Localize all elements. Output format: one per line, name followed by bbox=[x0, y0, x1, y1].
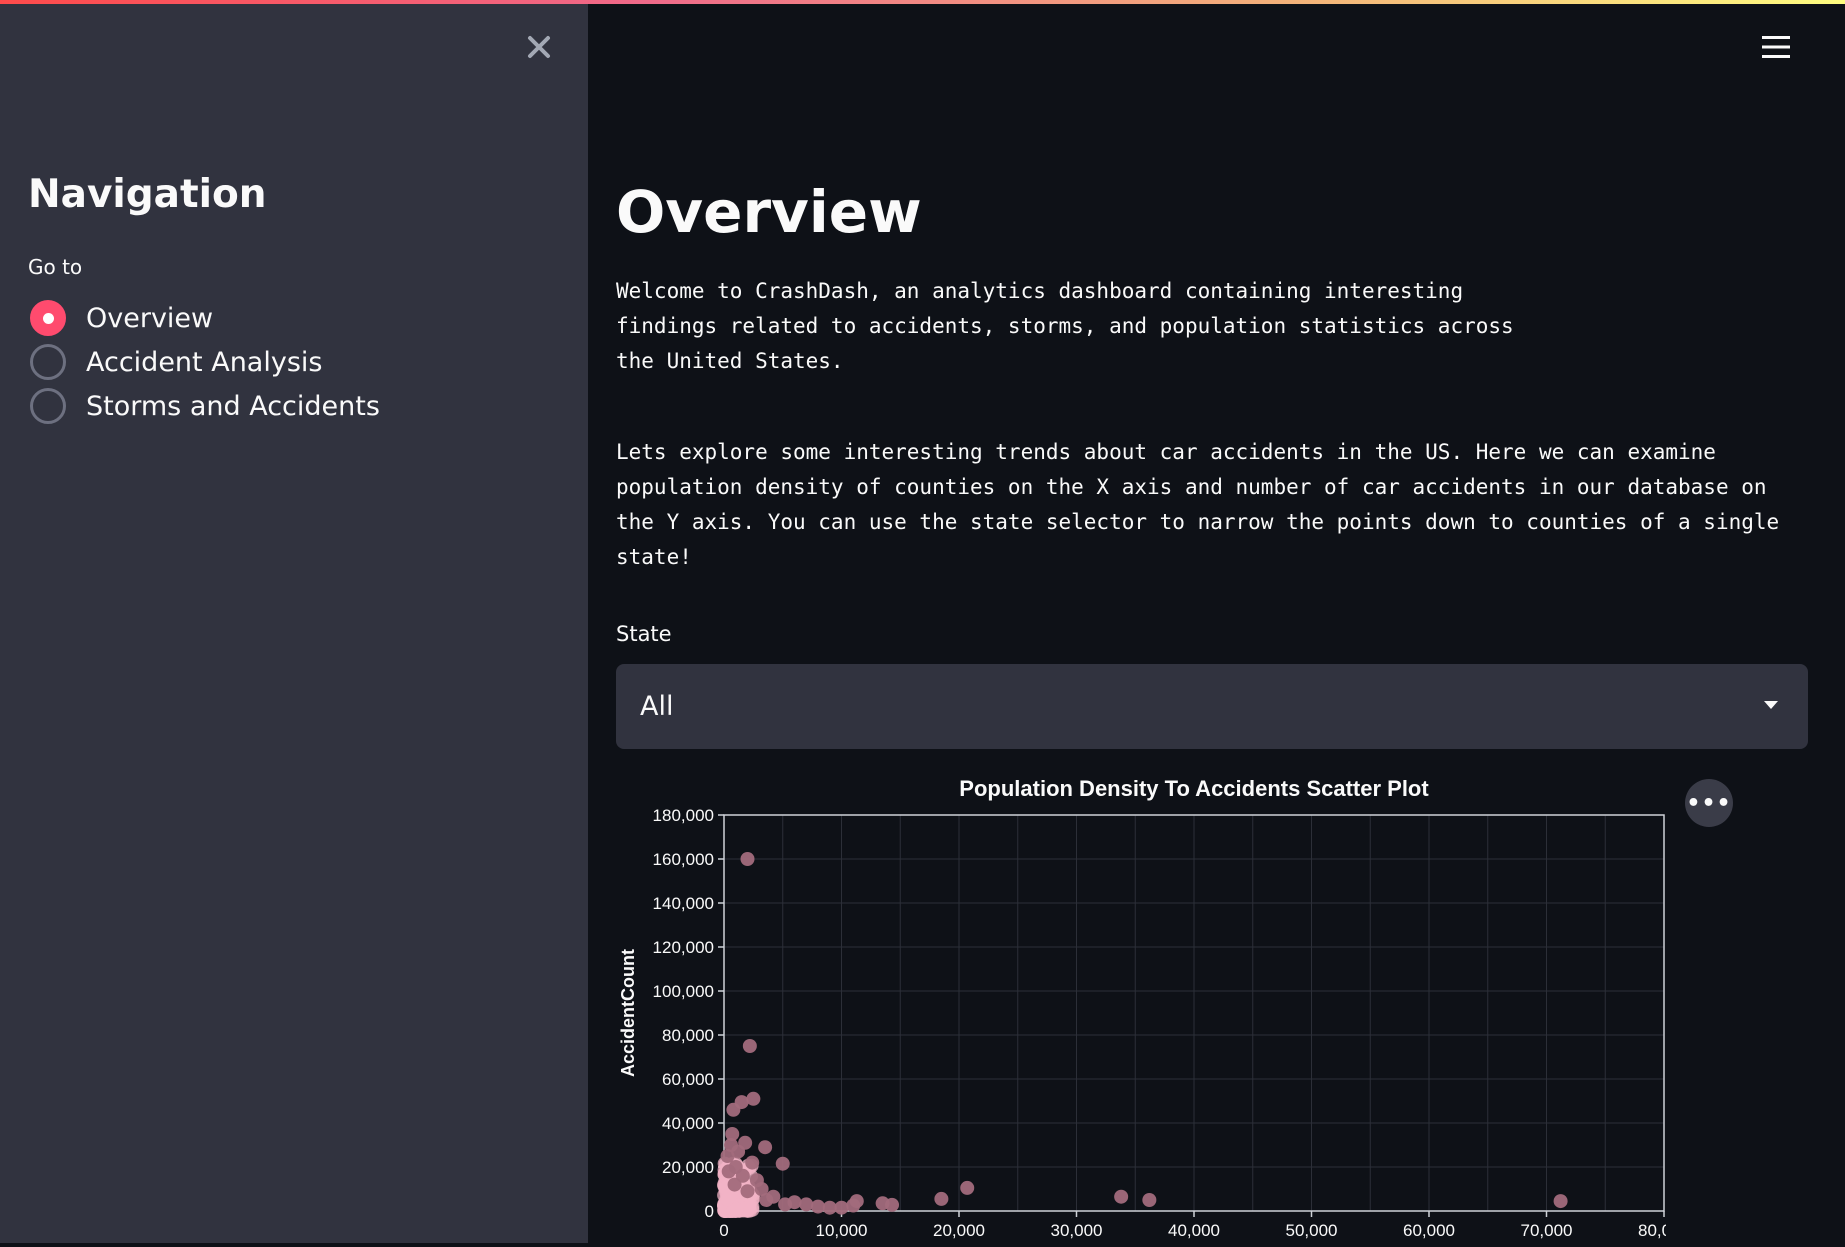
scatter-point bbox=[834, 1200, 849, 1215]
y-axis-label: AccidentCount bbox=[618, 949, 638, 1077]
scatter-point bbox=[1553, 1194, 1568, 1209]
x-tick-label: 30,000 bbox=[1051, 1221, 1103, 1240]
state-select[interactable]: All bbox=[616, 664, 1808, 749]
scatter-point bbox=[726, 1102, 741, 1117]
top-decoration-bar bbox=[0, 0, 1845, 4]
scatter-point-dense bbox=[729, 1202, 744, 1217]
x-tick-label: 10,000 bbox=[816, 1221, 868, 1240]
scatter-point-dense bbox=[742, 1199, 757, 1214]
scatter-point bbox=[1114, 1189, 1129, 1204]
close-sidebar-button[interactable] bbox=[522, 30, 556, 64]
y-tick-label: 100,000 bbox=[653, 982, 714, 1001]
hamburger-menu-icon bbox=[1762, 36, 1790, 58]
radio-label: Overview bbox=[86, 302, 214, 334]
radio-option-storms-and-accidents[interactable]: Storms and Accidents bbox=[30, 384, 380, 428]
x-tick-label: 80,000 bbox=[1638, 1221, 1666, 1240]
chevron-down-icon bbox=[1764, 701, 1778, 709]
more-options-icon: ••• bbox=[1686, 790, 1732, 816]
y-tick-label: 180,000 bbox=[653, 806, 714, 825]
radio-option-accident-analysis[interactable]: Accident Analysis bbox=[30, 340, 380, 384]
scatter-point bbox=[849, 1194, 864, 1209]
main-menu-button[interactable] bbox=[1762, 34, 1798, 66]
scatter-point bbox=[885, 1197, 900, 1212]
page-radio-group: Overview Accident Analysis Storms and Ac… bbox=[30, 296, 380, 428]
radio-selected-icon[interactable] bbox=[30, 300, 66, 336]
x-tick-label: 0 bbox=[719, 1221, 728, 1240]
scatter-point bbox=[799, 1197, 814, 1212]
sidebar-title: Navigation bbox=[28, 172, 267, 217]
scatter-point bbox=[742, 1039, 757, 1053]
x-tick-label: 40,000 bbox=[1168, 1221, 1220, 1240]
page-title: Overview bbox=[616, 178, 922, 246]
page-scrollbar[interactable] bbox=[1838, 0, 1845, 1243]
scatter-point bbox=[740, 1184, 755, 1199]
intro-text: Welcome to CrashDash, an analytics dashb… bbox=[616, 279, 1514, 373]
x-tick-label: 50,000 bbox=[1286, 1221, 1338, 1240]
sidebar: Navigation Go to Overview Accident Analy… bbox=[0, 0, 588, 1243]
y-tick-label: 40,000 bbox=[662, 1114, 714, 1133]
y-tick-label: 60,000 bbox=[662, 1070, 714, 1089]
scatter-point bbox=[727, 1177, 742, 1192]
y-tick-label: 160,000 bbox=[653, 850, 714, 869]
scatter-point bbox=[960, 1180, 975, 1195]
scatter-chart-svg: Population Density To Accidents Scatter … bbox=[618, 776, 1690, 1240]
x-tick-label: 60,000 bbox=[1403, 1221, 1455, 1240]
y-tick-label: 80,000 bbox=[662, 1026, 714, 1045]
scatter-point bbox=[721, 1164, 736, 1179]
scatter-point bbox=[759, 1193, 774, 1207]
y-tick-label: 140,000 bbox=[653, 894, 714, 913]
state-select-value: All bbox=[640, 691, 674, 722]
scatter-chart: Population Density To Accidents Scatter … bbox=[616, 762, 1690, 1247]
y-tick-label: 120,000 bbox=[653, 938, 714, 957]
scatter-point bbox=[745, 1155, 760, 1170]
radio-option-overview[interactable]: Overview bbox=[30, 296, 380, 340]
radio-label: Accident Analysis bbox=[86, 346, 323, 378]
scatter-point bbox=[778, 1197, 793, 1212]
goto-label: Go to bbox=[28, 255, 83, 279]
close-icon bbox=[528, 36, 550, 58]
scatter-point bbox=[775, 1156, 790, 1171]
scatter-point bbox=[934, 1191, 949, 1206]
y-tick-label: 20,000 bbox=[662, 1158, 714, 1177]
scatter-point bbox=[758, 1140, 773, 1155]
x-tick-label: 20,000 bbox=[933, 1221, 985, 1240]
chart-title: Population Density To Accidents Scatter … bbox=[959, 776, 1429, 801]
state-select-label: State bbox=[616, 622, 672, 646]
radio-unselected-icon[interactable] bbox=[30, 344, 66, 380]
scatter-point bbox=[746, 1091, 761, 1106]
x-tick-label: 70,000 bbox=[1521, 1221, 1573, 1240]
radio-unselected-icon[interactable] bbox=[30, 388, 66, 424]
chart-more-options-button[interactable]: ••• bbox=[1685, 779, 1733, 827]
y-tick-label: 0 bbox=[705, 1202, 714, 1221]
scatter-point bbox=[1142, 1193, 1157, 1207]
scatter-point bbox=[740, 852, 755, 866]
radio-label: Storms and Accidents bbox=[86, 390, 380, 422]
explore-text: Lets explore some interesting trends abo… bbox=[616, 440, 1780, 569]
